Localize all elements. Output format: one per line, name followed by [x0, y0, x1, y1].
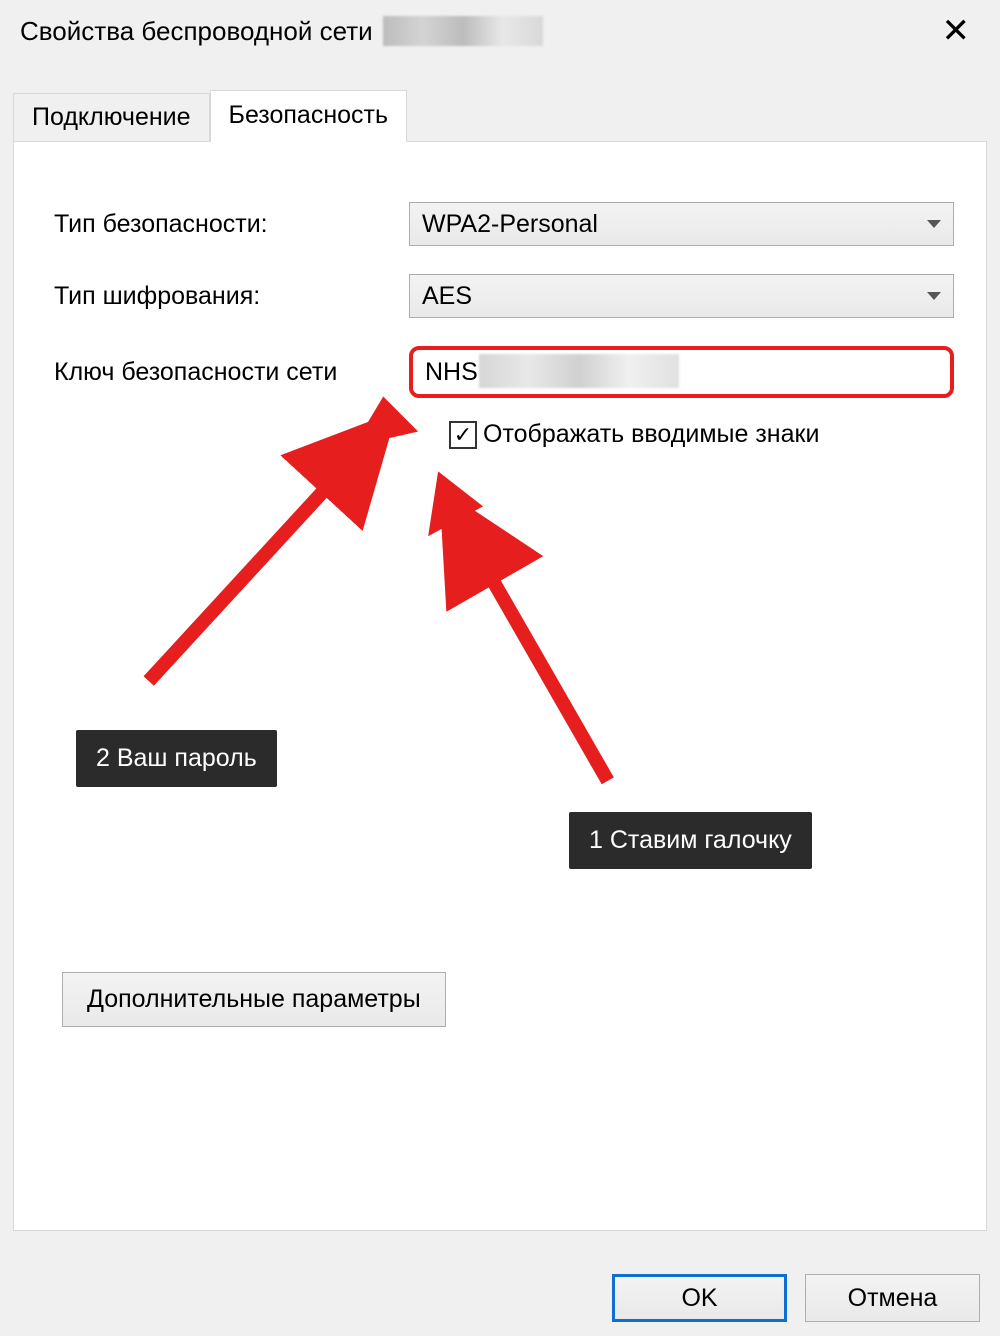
row-encryption-type: Тип шифрования: AES	[54, 274, 956, 318]
tab-security[interactable]: Безопасность	[210, 90, 407, 143]
window-title-row: Свойства беспроводной сети	[20, 16, 543, 47]
encryption-type-label: Тип шифрования:	[54, 282, 409, 311]
tab-connection-label: Подключение	[32, 103, 191, 131]
row-show-characters: ✓ Отображать вводимые знаки	[449, 420, 956, 449]
annotation-callout-checkbox: 1 Ставим галочку	[569, 812, 812, 869]
security-type-dropdown[interactable]: WPA2-Personal	[409, 202, 954, 246]
security-key-wrap	[409, 346, 954, 398]
security-key-label: Ключ безопасности сети	[54, 358, 409, 387]
network-name-redacted	[383, 16, 543, 46]
row-security-type: Тип безопасности: WPA2-Personal	[54, 202, 956, 246]
ok-button-label: OK	[681, 1284, 717, 1313]
cancel-button-label: Отмена	[848, 1284, 938, 1313]
tab-panel: Тип безопасности: WPA2-Personal Тип шифр…	[13, 141, 987, 1231]
security-type-label: Тип безопасности:	[54, 210, 409, 239]
encryption-type-dropdown[interactable]: AES	[409, 274, 954, 318]
annotation-callout-password: 2 Ваш пароль	[76, 730, 277, 787]
advanced-settings-button[interactable]: Дополнительные параметры	[62, 972, 446, 1027]
show-characters-checkbox[interactable]: ✓	[449, 421, 477, 449]
window-title: Свойства беспроводной сети	[20, 16, 373, 47]
row-security-key: Ключ безопасности сети	[54, 346, 956, 398]
dialog-buttons: OK Отмена	[612, 1274, 980, 1322]
annotation-callout-password-text: 2 Ваш пароль	[96, 744, 257, 772]
security-type-value: WPA2-Personal	[422, 210, 598, 239]
tab-security-label: Безопасность	[229, 101, 388, 129]
annotation-callout-checkbox-text: 1 Ставим галочку	[589, 826, 792, 854]
show-characters-label: Отображать вводимые знаки	[483, 420, 819, 449]
chevron-down-icon	[927, 292, 941, 300]
close-icon[interactable]: ✕	[932, 10, 981, 52]
chevron-down-icon	[927, 220, 941, 228]
security-key-redacted	[479, 354, 679, 388]
advanced-settings-label: Дополнительные параметры	[87, 985, 421, 1013]
form-area: Тип безопасности: WPA2-Personal Тип шифр…	[14, 142, 986, 449]
tab-strip: Подключение Безопасность	[13, 90, 1000, 141]
encryption-type-value: AES	[422, 282, 472, 311]
titlebar: Свойства беспроводной сети ✕	[0, 0, 1000, 60]
ok-button[interactable]: OK	[612, 1274, 787, 1322]
cancel-button[interactable]: Отмена	[805, 1274, 980, 1322]
tab-connection[interactable]: Подключение	[13, 93, 210, 141]
